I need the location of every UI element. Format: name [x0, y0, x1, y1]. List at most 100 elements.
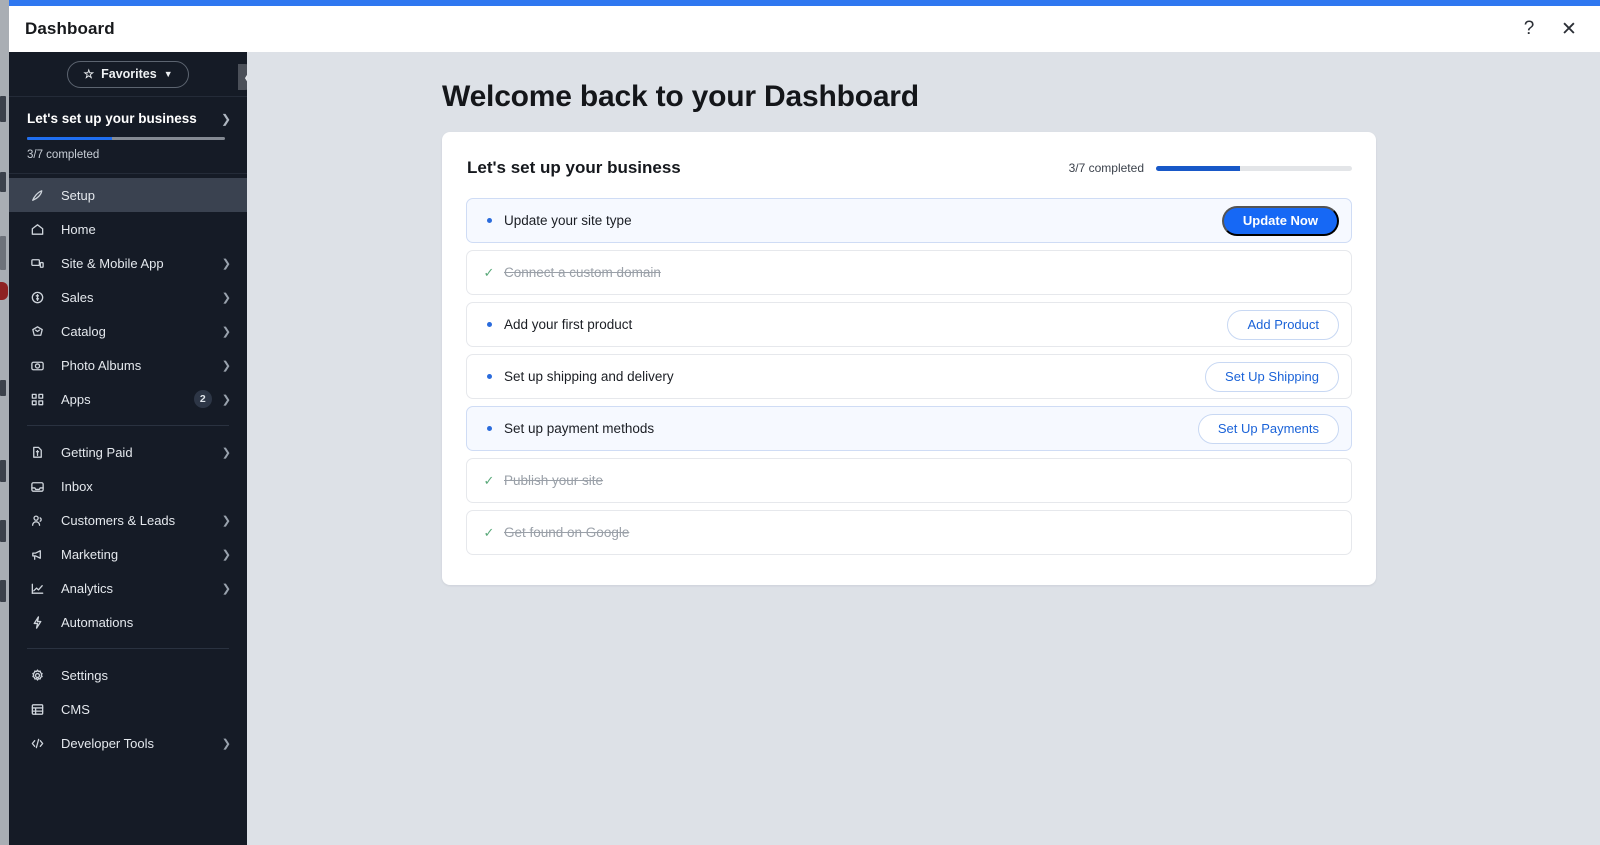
sidebar-item-photo-albums[interactable]: Photo Albums ❯ [9, 348, 247, 382]
check-icon: ✓ [483, 472, 495, 488]
check-icon: ✓ [483, 524, 495, 540]
sidebar-item-customers-leads[interactable]: Customers & Leads ❯ [9, 503, 247, 537]
sidebar-item-marketing[interactable]: Marketing ❯ [9, 537, 247, 571]
task-label: Publish your site [504, 473, 604, 488]
edge-chip [0, 96, 6, 122]
sidebar-item-cms[interactable]: CMS [9, 692, 247, 726]
code-icon [27, 736, 47, 751]
setup-card: Let's set up your business 3/7 completed… [442, 132, 1376, 585]
notification-badge: 2 [193, 390, 212, 408]
task-label: Get found on Google [504, 525, 630, 540]
page-title: Welcome back to your Dashboard [442, 80, 919, 113]
chevron-right-icon: ❯ [221, 446, 231, 459]
chevron-right-icon: ❯ [221, 393, 231, 406]
sidebar-item-label: Developer Tools [61, 735, 154, 751]
sidebar-progress-text: 3/7 completed [27, 149, 100, 161]
sidebar-item-setup[interactable]: Setup [9, 178, 247, 212]
chevron-down-icon: ▼ [163, 69, 173, 79]
home-icon [27, 222, 47, 237]
app-body: ☆ Favorites ▼ Let's set up your business… [9, 52, 1600, 845]
star-icon: ☆ [83, 67, 95, 81]
favorites-button[interactable]: ☆ Favorites ▼ [67, 60, 189, 88]
camera-icon [27, 358, 47, 373]
sidebar-item-label: Analytics [61, 580, 114, 596]
sidebar-item-label: Settings [61, 667, 108, 683]
people-icon [27, 513, 47, 528]
sidebar-item-label: Home [61, 221, 96, 237]
sidebar-item-label: CMS [61, 701, 90, 717]
sidebar-item-apps[interactable]: Apps 2 ❯ [9, 382, 247, 416]
task-action-button[interactable]: Add Product [1227, 309, 1339, 340]
task-row[interactable]: ✓ Publish your site [466, 458, 1352, 503]
help-icon[interactable]: ? [1512, 12, 1546, 46]
setup-card-progress: 3/7 completed [1069, 161, 1352, 175]
task-label: Connect a custom domain [504, 265, 661, 280]
bullet-icon [482, 426, 496, 431]
chevron-right-icon: ❯ [220, 111, 231, 126]
nav-separator [27, 648, 229, 649]
rocket-icon [27, 188, 47, 203]
chevron-right-icon: ❯ [221, 291, 231, 304]
task-action-button[interactable]: Set Up Payments [1197, 413, 1339, 444]
favorites-section: ☆ Favorites ▼ [9, 52, 247, 97]
sidebar-item-label: Apps [61, 391, 91, 407]
setup-panel-header: Let's set up your business ❯ [27, 111, 231, 126]
tag-icon [27, 324, 47, 339]
coin-icon [27, 290, 47, 305]
task-label: Set up payment methods [504, 421, 655, 436]
sidebar-item-label: Setup [61, 187, 95, 203]
invoice-icon [27, 445, 47, 460]
task-label: Add your first product [504, 317, 633, 332]
sidebar-item-label: Site & Mobile App [61, 255, 164, 271]
sidebar-item-analytics[interactable]: Analytics ❯ [9, 571, 247, 605]
sidebar-item-automations[interactable]: Automations [9, 605, 247, 639]
task-row[interactable]: ✓ Get found on Google [466, 510, 1352, 555]
setup-progress-panel[interactable]: Let's set up your business ❯ 3/7 complet… [9, 97, 247, 174]
sidebar-item-sales[interactable]: Sales ❯ [9, 280, 247, 314]
card-progress-bar [1156, 165, 1352, 171]
sidebar-item-label: Photo Albums [61, 357, 142, 373]
sidebar-progress-bar [27, 137, 225, 140]
table-icon [27, 702, 47, 717]
sidebar-item-settings[interactable]: Settings [9, 658, 247, 692]
sidebar-item-label: Automations [61, 614, 134, 630]
inbox-icon [27, 479, 47, 494]
check-icon: ✓ [483, 264, 495, 280]
task-action-button[interactable]: Set Up Shipping [1205, 361, 1339, 392]
sidebar: ☆ Favorites ▼ Let's set up your business… [9, 52, 247, 845]
sidebar-item-developer-tools[interactable]: Developer Tools ❯ [9, 726, 247, 760]
chevron-right-icon: ❯ [221, 582, 231, 595]
sidebar-item-inbox[interactable]: Inbox [9, 469, 247, 503]
setup-task-list: Update your site type Update Now ✓ Connect … [466, 198, 1352, 555]
setup-panel-title: Let's set up your business [27, 111, 197, 126]
sidebar-item-site-mobile-app[interactable]: Site & Mobile App ❯ [9, 246, 247, 280]
sidebar-item-home[interactable]: Home [9, 212, 247, 246]
edge-chip [0, 172, 6, 192]
favorites-label: Favorites [101, 67, 157, 81]
sidebar-item-label: Marketing [61, 546, 119, 562]
chart-line-icon [27, 581, 47, 596]
task-row[interactable]: ✓ Connect a custom domain [466, 250, 1352, 295]
task-row[interactable]: Update your site type Update Now [466, 198, 1352, 243]
task-row[interactable]: Set up payment methods Set Up Payments [466, 406, 1352, 451]
task-action-button[interactable]: Update Now [1221, 205, 1339, 236]
sidebar-item-label: Inbox [61, 478, 93, 494]
bullet-icon [482, 374, 496, 379]
edge-chip [0, 236, 6, 270]
chevron-right-icon: ❯ [221, 359, 231, 372]
edge-accent [0, 282, 8, 300]
chevron-right-icon: ❯ [221, 737, 231, 750]
task-label: Update your site type [504, 213, 632, 228]
task-row[interactable]: Add your first product Add Product [466, 302, 1352, 347]
bolt-icon [27, 615, 47, 630]
sidebar-item-label: Getting Paid [61, 444, 133, 460]
task-row[interactable]: Set up shipping and delivery Set Up Shipp… [466, 354, 1352, 399]
sidebar-item-catalog[interactable]: Catalog ❯ [9, 314, 247, 348]
sidebar-item-getting-paid[interactable]: Getting Paid ❯ [9, 435, 247, 469]
sidebar-item-label: Catalog [61, 323, 106, 339]
close-icon[interactable]: ✕ [1552, 12, 1586, 46]
window-title: Dashboard [25, 19, 115, 38]
bullet-icon [482, 218, 496, 223]
chevron-right-icon: ❯ [221, 514, 231, 527]
setup-card-header: Let's set up your business 3/7 completed [466, 158, 1352, 178]
